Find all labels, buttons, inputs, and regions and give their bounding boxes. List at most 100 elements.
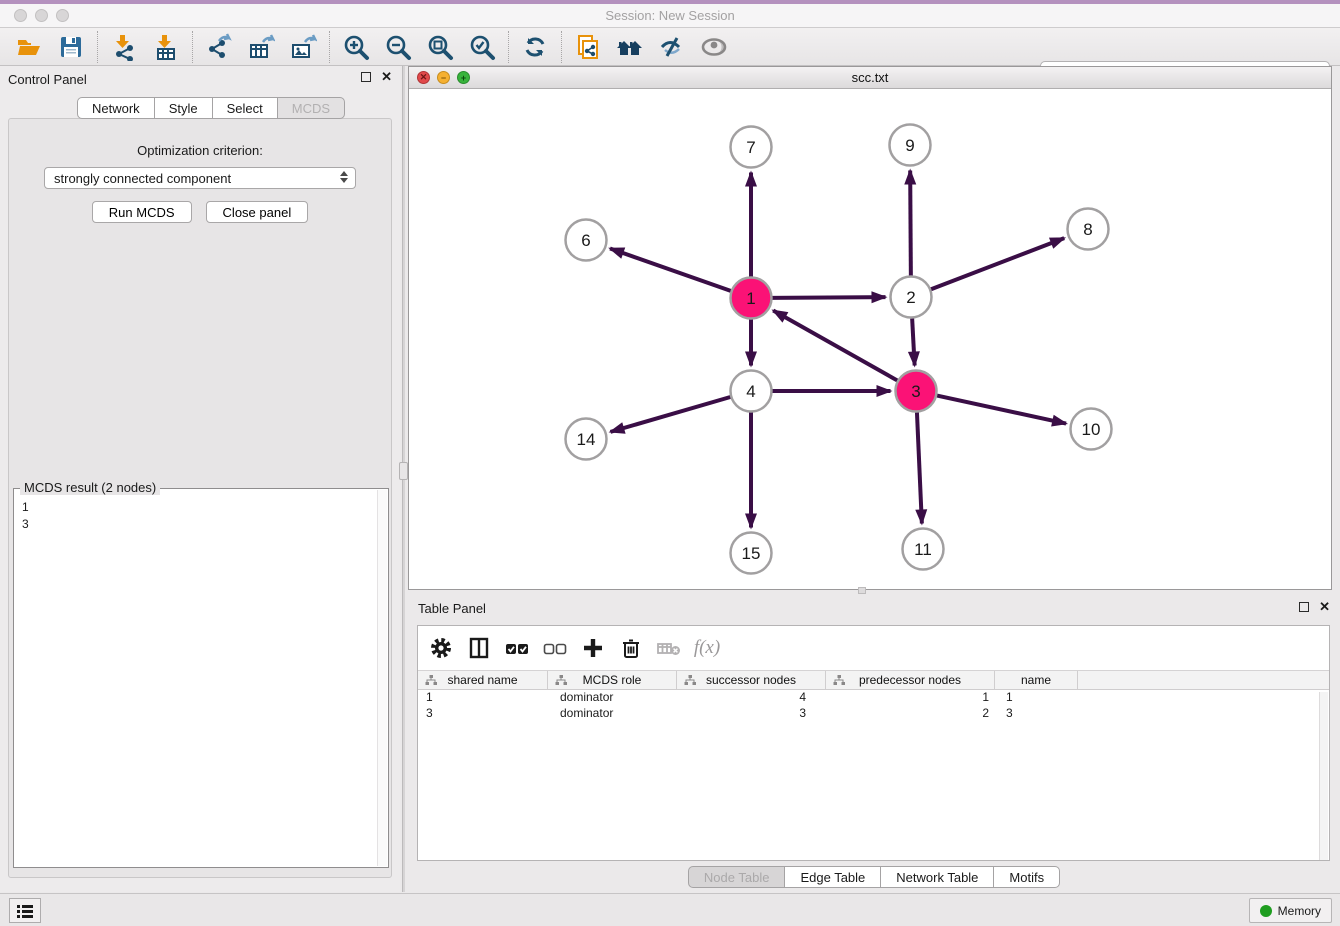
mcds-result-title: MCDS result (2 nodes) — [20, 480, 160, 495]
mcds-panel: Optimization criterion: strongly connect… — [8, 118, 392, 878]
table-cell[interactable]: 3 — [677, 706, 826, 722]
edge-1-2[interactable] — [772, 297, 885, 298]
duplicate-network-icon[interactable] — [573, 32, 603, 62]
tab-network-table[interactable]: Network Table — [880, 866, 994, 888]
run-mcds-button[interactable]: Run MCDS — [92, 201, 192, 223]
tab-mcds[interactable]: MCDS — [277, 97, 345, 119]
show-details-icon[interactable] — [699, 32, 729, 62]
node-label-3: 3 — [911, 382, 920, 401]
home-network-icon[interactable] — [615, 32, 645, 62]
table-cell[interactable]: 2 — [826, 706, 995, 722]
add-column-icon[interactable] — [580, 635, 606, 661]
edge-2-8[interactable] — [931, 238, 1064, 289]
table-cell[interactable]: 1 — [826, 690, 995, 706]
edge-3-1[interactable] — [773, 311, 897, 381]
tab-style[interactable]: Style — [154, 97, 213, 119]
table-tabs: Node TableEdge TableNetwork TableMotifs — [408, 861, 1340, 893]
zoom-selected-icon[interactable] — [467, 32, 497, 62]
import-network-icon[interactable] — [109, 32, 139, 62]
float-panel-icon[interactable] — [361, 72, 371, 82]
edge-2-9[interactable] — [910, 170, 911, 275]
table-cell[interactable]: dominator — [548, 690, 677, 706]
table-cell[interactable]: 3 — [995, 706, 1078, 722]
edge-1-6[interactable] — [610, 248, 731, 290]
open-session-icon[interactable] — [14, 32, 44, 62]
close-panel-icon[interactable]: ✕ — [381, 72, 392, 82]
tab-node-table[interactable]: Node Table — [688, 866, 786, 888]
list-icon — [16, 903, 34, 919]
export-table-icon[interactable] — [246, 32, 276, 62]
zoom-in-icon[interactable] — [341, 32, 371, 62]
toolbar-separator — [561, 31, 562, 63]
table-cell[interactable]: 4 — [677, 690, 826, 706]
table-header-row: shared nameMCDS rolesuccessor nodesprede… — [418, 670, 1329, 690]
export-network-icon[interactable] — [204, 32, 234, 62]
close-panel-button[interactable]: Close panel — [206, 201, 309, 223]
delete-table-icon[interactable] — [656, 635, 682, 661]
panel-splitter-handle[interactable] — [399, 462, 408, 480]
delete-column-icon[interactable] — [618, 635, 644, 661]
close-table-panel-icon[interactable]: ✕ — [1319, 602, 1330, 612]
import-table-icon[interactable] — [151, 32, 181, 62]
zoom-fit-icon[interactable] — [425, 32, 455, 62]
edge-4-14[interactable] — [610, 397, 730, 432]
column-header-predecessor-nodes[interactable]: predecessor nodes — [826, 671, 995, 689]
select-all-icon[interactable] — [504, 635, 530, 661]
node-label-15: 15 — [742, 544, 761, 563]
window-titlebar: Session: New Session — [0, 4, 1340, 28]
memory-label: Memory — [1278, 904, 1321, 918]
node-label-11: 11 — [914, 540, 932, 559]
network-window-titlebar[interactable]: ✕ − + scc.txt — [409, 67, 1331, 89]
list-menu-button[interactable] — [9, 898, 41, 923]
result-scrollbar[interactable] — [377, 490, 387, 866]
export-image-icon[interactable] — [288, 32, 318, 62]
apply-layout-icon[interactable] — [520, 32, 550, 62]
column-header-name[interactable]: name — [995, 671, 1078, 689]
hide-details-icon[interactable] — [657, 32, 687, 62]
table-options-icon[interactable] — [428, 635, 454, 661]
table-panel: f(x) shared nameMCDS rolesuccessor nodes… — [417, 625, 1330, 861]
optimization-criterion-label: Optimization criterion: — [9, 143, 391, 158]
column-header-MCDS-role[interactable]: MCDS role — [548, 671, 677, 689]
tab-network[interactable]: Network — [77, 97, 155, 119]
node-label-10: 10 — [1082, 420, 1101, 439]
column-header-successor-nodes[interactable]: successor nodes — [677, 671, 826, 689]
table-cell[interactable]: 1 — [995, 690, 1078, 706]
table-row[interactable]: 3dominator323 — [418, 706, 1329, 722]
function-builder-icon[interactable]: f(x) — [694, 635, 720, 661]
network-window-title: scc.txt — [409, 70, 1331, 85]
node-label-4: 4 — [746, 382, 755, 401]
table-toolbar: f(x) — [418, 626, 1329, 670]
network-canvas[interactable]: 7968124314101511 — [409, 89, 1331, 589]
memory-status-dot — [1260, 905, 1272, 917]
edge-2-3[interactable] — [912, 318, 915, 365]
memory-button[interactable]: Memory — [1249, 898, 1332, 923]
edge-3-10[interactable] — [937, 396, 1066, 424]
table-cell[interactable]: 1 — [418, 690, 548, 706]
zoom-out-icon[interactable] — [383, 32, 413, 62]
network-window: ✕ − + scc.txt 7968124314101511 — [408, 66, 1332, 590]
mcds-result-text[interactable]: 1 3 — [14, 489, 388, 867]
tab-motifs[interactable]: Motifs — [993, 866, 1060, 888]
show-columns-icon[interactable] — [466, 635, 492, 661]
toolbar-separator — [192, 31, 193, 63]
table-cell[interactable]: dominator — [548, 706, 677, 722]
criterion-select[interactable]: strongly connected component — [44, 167, 356, 189]
select-stepper-icon — [340, 171, 348, 183]
table-cell[interactable]: 3 — [418, 706, 548, 722]
save-session-icon[interactable] — [56, 32, 86, 62]
table-panel-title: Table Panel — [418, 601, 486, 616]
node-label-14: 14 — [577, 430, 596, 449]
tab-edge-table[interactable]: Edge Table — [784, 866, 881, 888]
table-row[interactable]: 1dominator411 — [418, 690, 1329, 706]
column-header-shared-name[interactable]: shared name — [418, 671, 548, 689]
table-scrollbar[interactable] — [1319, 692, 1328, 860]
unselect-all-icon[interactable] — [542, 635, 568, 661]
table-panel-header: Table Panel ✕ — [408, 597, 1340, 625]
tab-select[interactable]: Select — [212, 97, 278, 119]
edge-3-11[interactable] — [917, 412, 922, 523]
node-label-9: 9 — [905, 136, 914, 155]
network-splitter-handle[interactable] — [858, 587, 866, 594]
float-table-panel-icon[interactable] — [1299, 602, 1309, 612]
criterion-value: strongly connected component — [54, 171, 231, 186]
